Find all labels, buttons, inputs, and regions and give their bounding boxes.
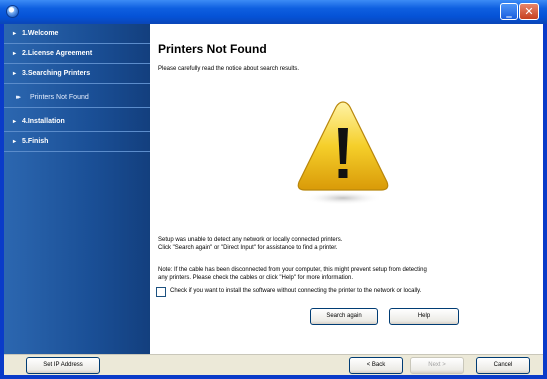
warning-triangle-icon: [297, 101, 389, 205]
arrow-right-icon: ▸: [13, 51, 17, 57]
note-line: Note: If the cable has been disconnected…: [158, 267, 427, 273]
note-line: any printers. Please check the cables or…: [158, 275, 354, 281]
minimize-icon[interactable]: _: [500, 3, 518, 20]
checkbox-label: Check if you want to install the softwar…: [170, 288, 422, 294]
arrow-right-icon: ▸: [13, 139, 17, 145]
sidebar-item-installation: ▸ 4.Installation: [4, 112, 150, 132]
sidebar-item-welcome: ▸ 1.Welcome: [4, 24, 150, 44]
status-line: Click "Search again" or "Direct Input" f…: [158, 245, 338, 251]
sidebar-item-label: 1.Welcome: [22, 30, 59, 37]
sidebar-item-label: 5.Finish: [22, 138, 49, 145]
sidebar-item-finish: ▸ 5.Finish: [4, 132, 150, 152]
sidebar: ▸ 1.Welcome ▸ 2.License Agreement ▸ 3.Se…: [4, 24, 150, 354]
note-message: Note: If the cable has been disconnected…: [158, 266, 538, 282]
sidebar-item-label: Printers Not Found: [30, 94, 89, 101]
sidebar-item-printers-not-found: ▸▸ Printers Not Found: [4, 88, 150, 108]
sidebar-item-searching: ▸ 3.Searching Printers: [4, 64, 150, 84]
arrow-right-icon: ▸: [13, 31, 17, 37]
back-button[interactable]: < Back: [349, 357, 403, 374]
cancel-button[interactable]: Cancel: [476, 357, 530, 374]
arrow-right-icon: ▸: [13, 71, 17, 77]
sidebar-item-label: 3.Searching Printers: [22, 70, 91, 77]
help-button[interactable]: Help: [389, 308, 459, 325]
intro-text: Please carefully read the notice about s…: [158, 66, 300, 72]
status-line: Setup was unable to detect any network o…: [158, 237, 343, 243]
app-icon: [6, 5, 19, 18]
sidebar-item-label: 2.License Agreement: [22, 50, 93, 57]
main-panel: Printers Not Found Please carefully read…: [150, 24, 543, 354]
page-title: Printers Not Found: [158, 42, 267, 56]
double-arrow-icon: ▸▸: [16, 94, 21, 101]
close-icon[interactable]: ✕: [519, 3, 539, 20]
title-bar: _ ✕: [0, 0, 547, 24]
install-without-printer-checkbox[interactable]: [156, 287, 166, 297]
set-ip-address-button[interactable]: Set IP Address: [26, 357, 100, 374]
arrow-right-icon: ▸: [13, 119, 17, 125]
bottom-bar: Set IP Address < Back Next > Cancel: [4, 354, 543, 375]
search-again-button[interactable]: Search again: [310, 308, 378, 325]
status-message: Setup was unable to detect any network o…: [158, 236, 538, 252]
installer-window: _ ✕ ▸ 1.Welcome ▸ 2.License Agreement ▸ …: [0, 0, 547, 379]
sidebar-item-label: 4.Installation: [22, 118, 65, 125]
sidebar-item-license: ▸ 2.License Agreement: [4, 44, 150, 64]
next-button[interactable]: Next >: [410, 357, 464, 374]
